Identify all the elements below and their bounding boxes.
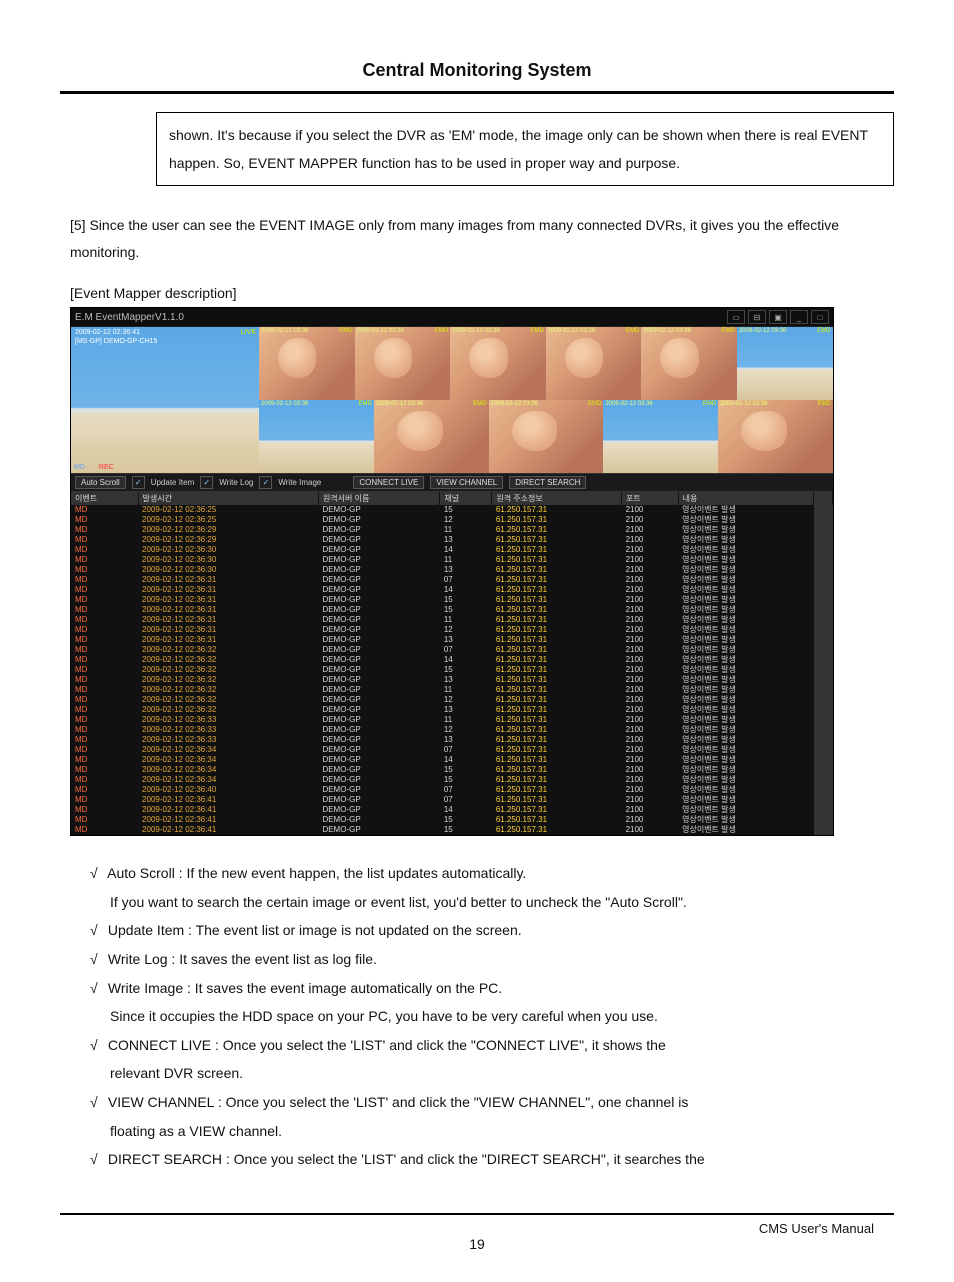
table-row[interactable]: MD2009-02-12 02:36:29DEMO-GP1161.250.157… xyxy=(71,525,833,535)
footer-rule xyxy=(60,1213,894,1215)
event-toolbar: Auto Scroll ✓ Update Item ✓ Write Log ✓ … xyxy=(71,473,833,492)
table-row[interactable]: MD2009-02-12 02:36:32DEMO-GP1461.250.157… xyxy=(71,655,833,665)
list-item: √ Write Log : It saves the event list as… xyxy=(90,946,894,973)
table-header[interactable]: 원격서버 이름 xyxy=(318,492,439,505)
table-row[interactable]: MD2009-02-12 02:36:31DEMO-GP1561.250.157… xyxy=(71,605,833,615)
table-row[interactable]: MD2009-02-12 02:36:41DEMO-GP0761.250.157… xyxy=(71,795,833,805)
write-image-label: Write Image xyxy=(278,478,321,487)
table-row[interactable]: MD2009-02-12 02:36:32DEMO-GP1361.250.157… xyxy=(71,675,833,685)
table-row[interactable]: MD2009-02-12 02:36:30DEMO-GP1361.250.157… xyxy=(71,565,833,575)
write-image-check[interactable]: ✓ xyxy=(259,476,272,489)
video-thumb[interactable]: EMD xyxy=(450,327,546,400)
page-number: 19 xyxy=(60,1236,894,1252)
video-thumb[interactable]: EMD xyxy=(737,327,833,400)
write-log-check[interactable]: ✓ xyxy=(200,476,213,489)
event-table: 이벤트발생시간원격서버 이름채널원격 주소정보포트내용 MD2009-02-12… xyxy=(71,492,833,835)
video-thumb[interactable]: EMD xyxy=(603,400,718,473)
feature-list: √ Auto Scroll : If the new event happen,… xyxy=(60,860,894,1173)
window-titlebar: E.M EventMapperV1.1.0 ▭ ⊟ ▣ _ □ xyxy=(71,308,833,327)
list-item: √ VIEW CHANNEL : Once you select the 'LI… xyxy=(90,1089,894,1116)
paragraph-5: [5] Since the user can see the EVENT IMA… xyxy=(60,212,894,265)
video-thumb[interactable]: EMD xyxy=(546,327,642,400)
list-item: √ Write Image : It saves the event image… xyxy=(90,975,894,1002)
table-header[interactable]: 내용 xyxy=(678,492,813,505)
table-row[interactable]: MD2009-02-12 02:36:34DEMO-GP0761.250.157… xyxy=(71,745,833,755)
table-header[interactable]: 원격 주소정보 xyxy=(492,492,622,505)
scrollbar[interactable] xyxy=(814,492,833,505)
list-item: relevant DVR screen. xyxy=(90,1060,894,1087)
layout-icon[interactable]: ▭ xyxy=(727,310,745,324)
list-item: √ CONNECT LIVE : Once you select the 'LI… xyxy=(90,1032,894,1059)
table-header[interactable]: 이벤트 xyxy=(71,492,138,505)
list-item: √ Auto Scroll : If the new event happen,… xyxy=(90,860,894,887)
video-thumb[interactable]: EMD xyxy=(259,400,374,473)
video-main[interactable]: 2009-02-12 02:36:41[MS-GP] DEMO-GP-CH15 … xyxy=(71,327,259,473)
table-row[interactable]: MD2009-02-12 02:36:31DEMO-GP0761.250.157… xyxy=(71,575,833,585)
table-row[interactable]: MD2009-02-12 02:36:41DEMO-GP1461.250.157… xyxy=(71,805,833,815)
auto-scroll-button[interactable]: Auto Scroll xyxy=(75,476,126,489)
table-row[interactable]: MD2009-02-12 02:36:33DEMO-GP1261.250.157… xyxy=(71,725,833,735)
list-item: If you want to search the certain image … xyxy=(90,889,894,916)
table-row[interactable]: MD2009-02-12 02:36:31DEMO-GP1261.250.157… xyxy=(71,625,833,635)
list-item: Since it occupies the HDD space on your … xyxy=(90,1003,894,1030)
video-thumb[interactable]: EMD xyxy=(374,400,489,473)
video-thumb[interactable]: EMD xyxy=(641,327,737,400)
table-row[interactable]: MD2009-02-12 02:36:32DEMO-GP1561.250.157… xyxy=(71,665,833,675)
direct-search-button[interactable]: DIRECT SEARCH xyxy=(509,476,586,489)
table-row[interactable]: MD2009-02-12 02:36:32DEMO-GP1161.250.157… xyxy=(71,685,833,695)
connect-live-button[interactable]: CONNECT LIVE xyxy=(353,476,424,489)
table-row[interactable]: MD2009-02-12 02:36:41DEMO-GP1561.250.157… xyxy=(71,815,833,825)
table-row[interactable]: MD2009-02-12 02:36:32DEMO-GP1361.250.157… xyxy=(71,705,833,715)
table-row[interactable]: MD2009-02-12 02:36:31DEMO-GP1461.250.157… xyxy=(71,585,833,595)
table-row[interactable]: MD2009-02-12 02:36:33DEMO-GP1361.250.157… xyxy=(71,735,833,745)
table-row[interactable]: MD2009-02-12 02:36:32DEMO-GP1261.250.157… xyxy=(71,695,833,705)
camera-icon[interactable]: ▣ xyxy=(769,310,787,324)
table-row[interactable]: MD2009-02-12 02:36:30DEMO-GP1161.250.157… xyxy=(71,555,833,565)
footer-manual: CMS User's Manual xyxy=(60,1221,894,1236)
video-thumb[interactable]: EMD xyxy=(718,400,833,473)
table-row[interactable]: MD2009-02-12 02:36:25DEMO-GP1261.250.157… xyxy=(71,515,833,525)
header-rule xyxy=(60,91,894,94)
table-row[interactable]: MD2009-02-12 02:36:34DEMO-GP1461.250.157… xyxy=(71,755,833,765)
table-row[interactable]: MD2009-02-12 02:36:31DEMO-GP1161.250.157… xyxy=(71,615,833,625)
table-row[interactable]: MD2009-02-12 02:36:31DEMO-GP1561.250.157… xyxy=(71,595,833,605)
table-row[interactable]: MD2009-02-12 02:36:29DEMO-GP1361.250.157… xyxy=(71,535,833,545)
table-row[interactable]: MD2009-02-12 02:36:25DEMO-GP1561.250.157… xyxy=(71,505,833,515)
table-row[interactable]: MD2009-02-12 02:36:34DEMO-GP1561.250.157… xyxy=(71,775,833,785)
table-row[interactable]: MD2009-02-12 02:36:32DEMO-GP0761.250.157… xyxy=(71,645,833,655)
event-mapper-label: [Event Mapper description] xyxy=(70,285,894,301)
table-row[interactable]: MD2009-02-12 02:36:31DEMO-GP1361.250.157… xyxy=(71,635,833,645)
window-title: E.M EventMapperV1.1.0 xyxy=(75,312,184,323)
update-item-check[interactable]: ✓ xyxy=(132,476,145,489)
note-box: shown. It's because if you select the DV… xyxy=(156,112,894,186)
video-thumb[interactable]: EMD xyxy=(259,327,355,400)
list-item: √ DIRECT SEARCH : Once you select the 'L… xyxy=(90,1146,894,1173)
table-row[interactable]: MD2009-02-12 02:36:30DEMO-GP1461.250.157… xyxy=(71,545,833,555)
table-header[interactable]: 발생시간 xyxy=(138,492,318,505)
video-thumb[interactable]: EMD xyxy=(489,400,604,473)
table-row[interactable]: MD2009-02-12 02:36:33DEMO-GP1161.250.157… xyxy=(71,715,833,725)
table-row[interactable]: MD2009-02-12 02:36:41DEMO-GP1561.250.157… xyxy=(71,825,833,835)
list-item: floating as a VIEW channel. xyxy=(90,1118,894,1145)
update-item-label: Update Item xyxy=(151,478,195,487)
table-header[interactable]: 포트 xyxy=(622,492,679,505)
table-header[interactable]: 채널 xyxy=(440,492,492,505)
list-item: √ Update Item : The event list or image … xyxy=(90,917,894,944)
split-icon[interactable]: ⊟ xyxy=(748,310,766,324)
write-log-label: Write Log xyxy=(219,478,253,487)
table-row[interactable]: MD2009-02-12 02:36:34DEMO-GP1561.250.157… xyxy=(71,765,833,775)
table-row[interactable]: MD2009-02-12 02:36:40DEMO-GP0761.250.157… xyxy=(71,785,833,795)
maximize-icon[interactable]: □ xyxy=(811,310,829,324)
view-channel-button[interactable]: VIEW CHANNEL xyxy=(430,476,503,489)
event-mapper-screenshot: E.M EventMapperV1.1.0 ▭ ⊟ ▣ _ □ 2009-02-… xyxy=(70,307,834,836)
page-title: Central Monitoring System xyxy=(60,60,894,81)
video-thumb[interactable]: EMD xyxy=(355,327,451,400)
minimize-icon[interactable]: _ xyxy=(790,310,808,324)
